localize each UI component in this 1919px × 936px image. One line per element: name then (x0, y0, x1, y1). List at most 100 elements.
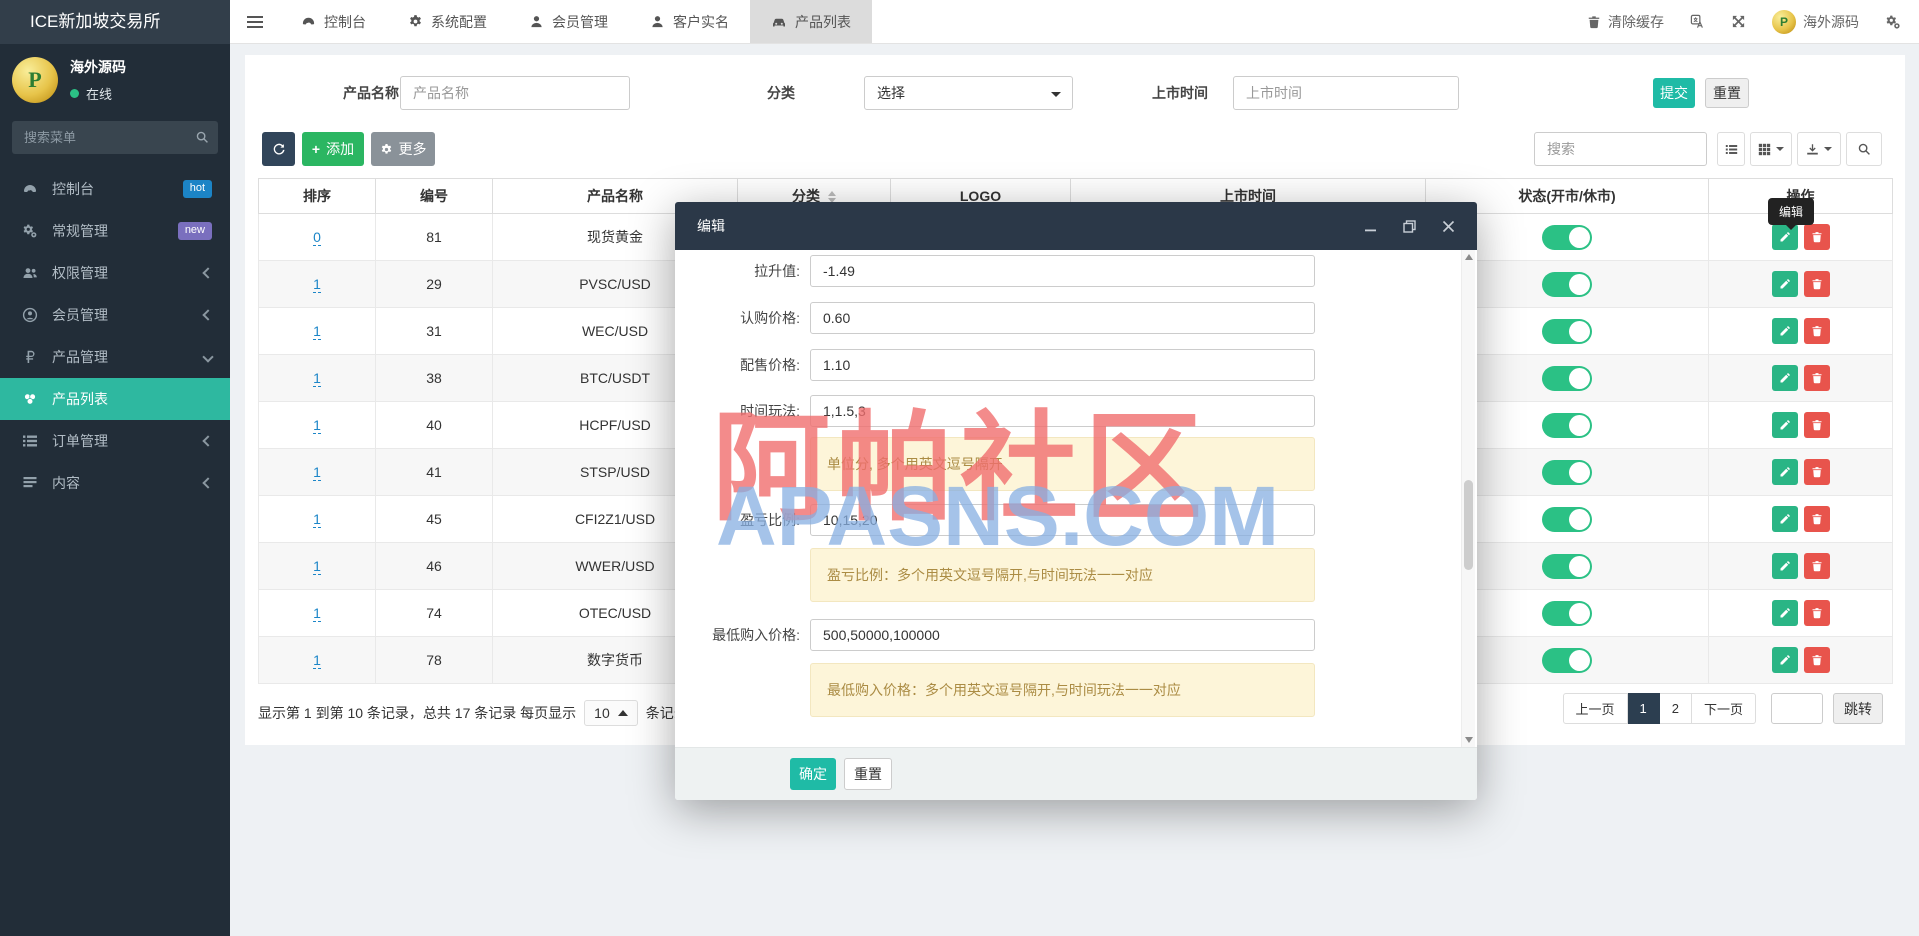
status-toggle[interactable] (1542, 553, 1592, 579)
scroll-down-icon[interactable] (1465, 737, 1473, 743)
more-button[interactable]: 更多 (371, 132, 435, 166)
page-1-button[interactable]: 1 (1627, 693, 1660, 724)
tab-members[interactable]: 会员管理 (508, 0, 629, 43)
close-icon[interactable] (1442, 220, 1455, 233)
status-toggle[interactable] (1542, 365, 1592, 391)
sort-link[interactable]: 1 (313, 464, 321, 481)
status-toggle[interactable] (1542, 506, 1592, 532)
sort-link[interactable]: 1 (313, 276, 321, 293)
pull-value-input[interactable] (810, 255, 1315, 287)
page-2-button[interactable]: 2 (1659, 693, 1692, 724)
edit-button[interactable] (1771, 506, 1798, 532)
col-id[interactable]: 编号 (375, 178, 493, 214)
min-buy-price-input[interactable] (810, 619, 1315, 651)
export-button[interactable] (1797, 132, 1841, 166)
sort-link[interactable]: 0 (313, 229, 321, 246)
modal-reset-button[interactable]: 重置 (844, 758, 892, 790)
delete-button[interactable] (1803, 365, 1830, 391)
columns-button[interactable] (1750, 132, 1792, 166)
sort-link[interactable]: 1 (313, 558, 321, 575)
tab-system-config[interactable]: 系统配置 (387, 0, 508, 43)
sidebar-item-orders[interactable]: 订单管理 (0, 420, 230, 462)
delete-button[interactable] (1803, 553, 1830, 579)
product-name-input[interactable] (400, 76, 630, 110)
edit-button[interactable] (1771, 600, 1798, 626)
delete-button[interactable] (1803, 412, 1830, 438)
delete-button[interactable] (1803, 224, 1830, 250)
refresh-button[interactable] (262, 132, 295, 166)
delete-button[interactable] (1803, 506, 1830, 532)
language-button[interactable] (1690, 14, 1705, 29)
delete-button[interactable] (1803, 271, 1830, 297)
sort-link[interactable]: 1 (313, 605, 321, 622)
clear-cache-button[interactable]: 清除缓存 (1587, 12, 1664, 32)
sidebar-item-members[interactable]: 会员管理 (0, 294, 230, 336)
sidebar-item-content[interactable]: 内容 (0, 462, 230, 504)
prev-page-button[interactable]: 上一页 (1562, 693, 1628, 724)
user-panel: P 海外源码 在线 (0, 44, 230, 113)
filter-reset-button[interactable]: 重置 (1705, 78, 1749, 108)
edit-button[interactable] (1771, 553, 1798, 579)
status-toggle[interactable] (1542, 224, 1592, 250)
col-sort[interactable]: 排序 (258, 178, 376, 214)
delete-button[interactable] (1803, 647, 1830, 673)
status-toggle[interactable] (1542, 412, 1592, 438)
jump-button[interactable]: 跳转 (1833, 693, 1883, 724)
edit-button[interactable] (1771, 647, 1798, 673)
scrollbar-thumb[interactable] (1464, 480, 1473, 570)
maximize-icon[interactable] (1403, 219, 1416, 233)
search-toggle-button[interactable] (1846, 132, 1882, 166)
user-status-label: 在线 (86, 87, 113, 102)
next-page-button[interactable]: 下一页 (1691, 693, 1756, 724)
sidebar-item-permissions[interactable]: 权限管理 (0, 252, 230, 294)
menu-search-input[interactable] (12, 121, 218, 154)
delete-button[interactable] (1803, 600, 1830, 626)
table-search-input[interactable] (1534, 132, 1707, 166)
edit-button[interactable] (1771, 271, 1798, 297)
status-toggle[interactable] (1542, 600, 1592, 626)
status-toggle[interactable] (1542, 647, 1592, 673)
sort-link[interactable]: 1 (313, 417, 321, 434)
menu-toggle-icon[interactable] (230, 0, 280, 43)
sort-link[interactable]: 1 (313, 323, 321, 340)
fullscreen-button[interactable] (1731, 14, 1746, 29)
category-select[interactable]: 选择 (864, 76, 1073, 110)
status-toggle[interactable] (1542, 318, 1592, 344)
subscribe-price-input[interactable] (810, 302, 1315, 334)
submit-button[interactable]: 提交 (1653, 78, 1695, 108)
modal-header[interactable]: 编辑 (675, 202, 1477, 250)
edit-button[interactable] (1771, 318, 1798, 344)
sidebar-item-dashboard[interactable]: 控制台 hot (0, 168, 230, 210)
launch-time-input[interactable] (1233, 76, 1459, 110)
status-toggle[interactable] (1542, 459, 1592, 485)
placement-price-input[interactable] (810, 349, 1315, 381)
user-menu[interactable]: P 海外源码 (1772, 9, 1859, 34)
sort-link[interactable]: 1 (313, 652, 321, 669)
sidebar-item-product-list[interactable]: 产品列表 (0, 378, 230, 420)
edit-button[interactable] (1771, 365, 1798, 391)
confirm-button[interactable]: 确定 (790, 758, 836, 790)
minimize-icon[interactable] (1364, 220, 1377, 233)
profit-ratio-input[interactable] (810, 504, 1315, 536)
sidebar: ICE新加坡交易所 P 海外源码 在线 控制台 hot 常规管理 new 权限管… (0, 0, 230, 936)
sort-link[interactable]: 1 (313, 370, 321, 387)
status-toggle[interactable] (1542, 271, 1592, 297)
edit-button[interactable] (1771, 412, 1798, 438)
tab-product-list[interactable]: 产品列表 (750, 0, 872, 43)
time-play-input[interactable] (810, 395, 1315, 427)
delete-button[interactable] (1803, 318, 1830, 344)
settings-button[interactable] (1885, 14, 1901, 30)
jump-page-input[interactable] (1771, 693, 1823, 724)
edit-button[interactable] (1771, 459, 1798, 485)
modal-scrollbar[interactable] (1461, 250, 1475, 747)
page-size-select[interactable]: 10 (584, 700, 638, 726)
add-button[interactable]: + 添加 (302, 132, 364, 166)
sidebar-item-general[interactable]: 常规管理 new (0, 210, 230, 252)
sort-link[interactable]: 1 (313, 511, 321, 528)
sidebar-item-products[interactable]: 产品管理 (0, 336, 230, 378)
tab-dashboard[interactable]: 控制台 (280, 0, 387, 43)
scroll-up-icon[interactable] (1465, 254, 1473, 260)
tab-kyc[interactable]: 客户实名 (629, 0, 750, 43)
view-toggle-button[interactable] (1717, 132, 1745, 166)
delete-button[interactable] (1803, 459, 1830, 485)
